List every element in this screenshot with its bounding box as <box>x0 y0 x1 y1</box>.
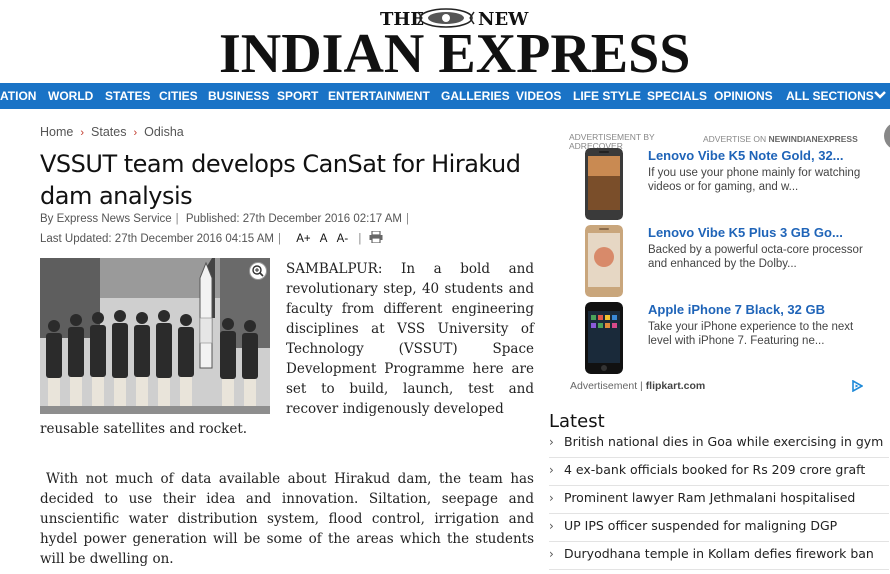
main-nav: ATION WORLD STATES CITIES BUSINESS SPORT… <box>0 83 890 109</box>
article-paragraph-1: SAMBALPUR: In a bold and revolutionary s… <box>286 261 534 417</box>
article-paragraph-2: With not much of data available about Hi… <box>40 471 534 567</box>
latest-item-label[interactable]: UP IPS officer suspended for maligning D… <box>564 518 837 533</box>
chevron-right-icon: › <box>549 435 554 449</box>
list-item[interactable]: › 4 ex-bank officials booked for Rs 209 c… <box>549 458 889 486</box>
print-icon[interactable] <box>369 230 383 244</box>
chevron-right-icon: › <box>549 547 554 561</box>
published-date: Published: 27th December 2016 02:17 AM <box>185 213 402 225</box>
breadcrumb: Home › States › Odisha <box>40 125 184 139</box>
masthead: THE NEW INDIAN EXPRESS <box>0 0 890 83</box>
ad-description: If you use your phone mainly for watchin… <box>648 167 861 193</box>
nav-item-world[interactable]: WORLD <box>48 83 93 109</box>
advertise-link[interactable]: ADVERTISE ON NEWINDIANEXPRESS <box>703 134 858 144</box>
ad-item[interactable]: Lenovo Vibe K5 Plus 3 GB Go... Backed by… <box>585 225 885 299</box>
article-headline: VSSUT team develops CanSat for Hirakud d… <box>40 150 521 210</box>
ad-footer-label: Advertisement | <box>570 380 646 392</box>
nav-item-galleries[interactable]: GALLERIES <box>441 83 510 109</box>
latest-list: › British national dies in Goa while exer… <box>549 430 889 570</box>
list-item[interactable]: › Duryodhana temple in Kollam defies fire… <box>549 542 889 570</box>
breadcrumb-home[interactable]: Home <box>40 125 73 139</box>
ad-description: Backed by a powerful octa-core processor… <box>648 244 863 270</box>
site-logo[interactable]: INDIAN EXPRESS <box>219 26 690 82</box>
ad-title[interactable]: Apple iPhone 7 Black, 32 GB <box>648 302 825 317</box>
chevron-right-icon: › <box>549 463 554 477</box>
nav-item-sport[interactable]: SPORT <box>277 83 318 109</box>
latest-item-label[interactable]: 4 ex-bank officials booked for Rs 209 cr… <box>564 462 865 477</box>
chevron-right-icon: › <box>549 491 554 505</box>
nav-item-all-sections[interactable]: ALL SECTIONS <box>786 83 874 109</box>
latest-item-label[interactable]: Prominent lawyer Ram Jethmalani hospital… <box>564 490 855 505</box>
nav-item-entertainment[interactable]: ENTERTAINMENT <box>328 83 430 109</box>
breadcrumb-separator: › <box>80 127 85 139</box>
article-paragraph-1-end: reusable satellites and rocket. <box>40 421 248 437</box>
ad-source-link[interactable]: flipkart.com <box>646 380 706 392</box>
nav-item-lifestyle[interactable]: LIFE STYLE <box>573 83 641 109</box>
updated-date: Last Updated: 27th December 2016 04:15 A… <box>40 233 274 245</box>
list-item[interactable]: › British national dies in Goa while exer… <box>549 430 889 458</box>
ad-item[interactable]: Apple iPhone 7 Black, 32 GB Take your iP… <box>585 302 885 376</box>
breadcrumb-separator: › <box>133 127 138 139</box>
font-increase-button[interactable]: A+ <box>296 233 310 245</box>
phone-thumbnail-image <box>585 148 623 220</box>
side-float-button[interactable] <box>884 122 890 150</box>
nav-item-videos[interactable]: VIDEOS <box>516 83 561 109</box>
chevron-right-icon: › <box>549 519 554 533</box>
team-photo-image <box>40 258 270 414</box>
phone-thumbnail-image <box>585 225 623 297</box>
nav-item-cities[interactable]: CITIES <box>159 83 198 109</box>
ad-title[interactable]: Lenovo Vibe K5 Note Gold, 32... <box>648 148 844 163</box>
breadcrumb-states[interactable]: States <box>91 125 126 139</box>
breadcrumb-odisha[interactable]: Odisha <box>144 125 184 139</box>
phone-thumbnail-image <box>585 302 623 374</box>
list-item[interactable]: › UP IPS officer suspended for maligning … <box>549 514 889 542</box>
author: By Express News Service <box>40 213 172 225</box>
nav-item-states[interactable]: STATES <box>105 83 151 109</box>
byline: By Express News Service | Published: 27th… <box>40 213 409 225</box>
latest-heading: Latest <box>549 411 605 432</box>
byline-updated: Last Updated: 27th December 2016 04:15 A… <box>40 230 383 245</box>
latest-item-label[interactable]: British national dies in Goa while exerc… <box>564 434 883 449</box>
advertise-link-site: NEWINDIANEXPRESS <box>768 134 858 144</box>
font-normal-button[interactable]: A <box>320 233 328 245</box>
nav-item-opinions[interactable]: OPINIONS <box>714 83 773 109</box>
latest-item-label[interactable]: Duryodhana temple in Kollam defies firew… <box>564 546 874 561</box>
nav-item-nation[interactable]: ATION <box>0 83 36 109</box>
article-photo[interactable] <box>40 258 270 414</box>
ad-description: Take your iPhone experience to the next … <box>648 321 854 347</box>
chevron-down-icon[interactable] <box>873 88 887 102</box>
adchoices-icon[interactable] <box>851 380 863 392</box>
nav-item-business[interactable]: BUSINESS <box>208 83 269 109</box>
ad-footer: Advertisement | flipkart.com <box>570 380 705 392</box>
zoom-icon[interactable] <box>249 262 267 280</box>
nav-item-specials[interactable]: SPECIALS <box>647 83 707 109</box>
ad-item[interactable]: Lenovo Vibe K5 Note Gold, 32... If you u… <box>585 148 885 222</box>
font-decrease-button[interactable]: A- <box>337 233 349 245</box>
list-item[interactable]: › Prominent lawyer Ram Jethmalani hospita… <box>549 486 889 514</box>
advertise-link-prefix: ADVERTISE ON <box>703 134 769 144</box>
ad-title[interactable]: Lenovo Vibe K5 Plus 3 GB Go... <box>648 225 843 240</box>
